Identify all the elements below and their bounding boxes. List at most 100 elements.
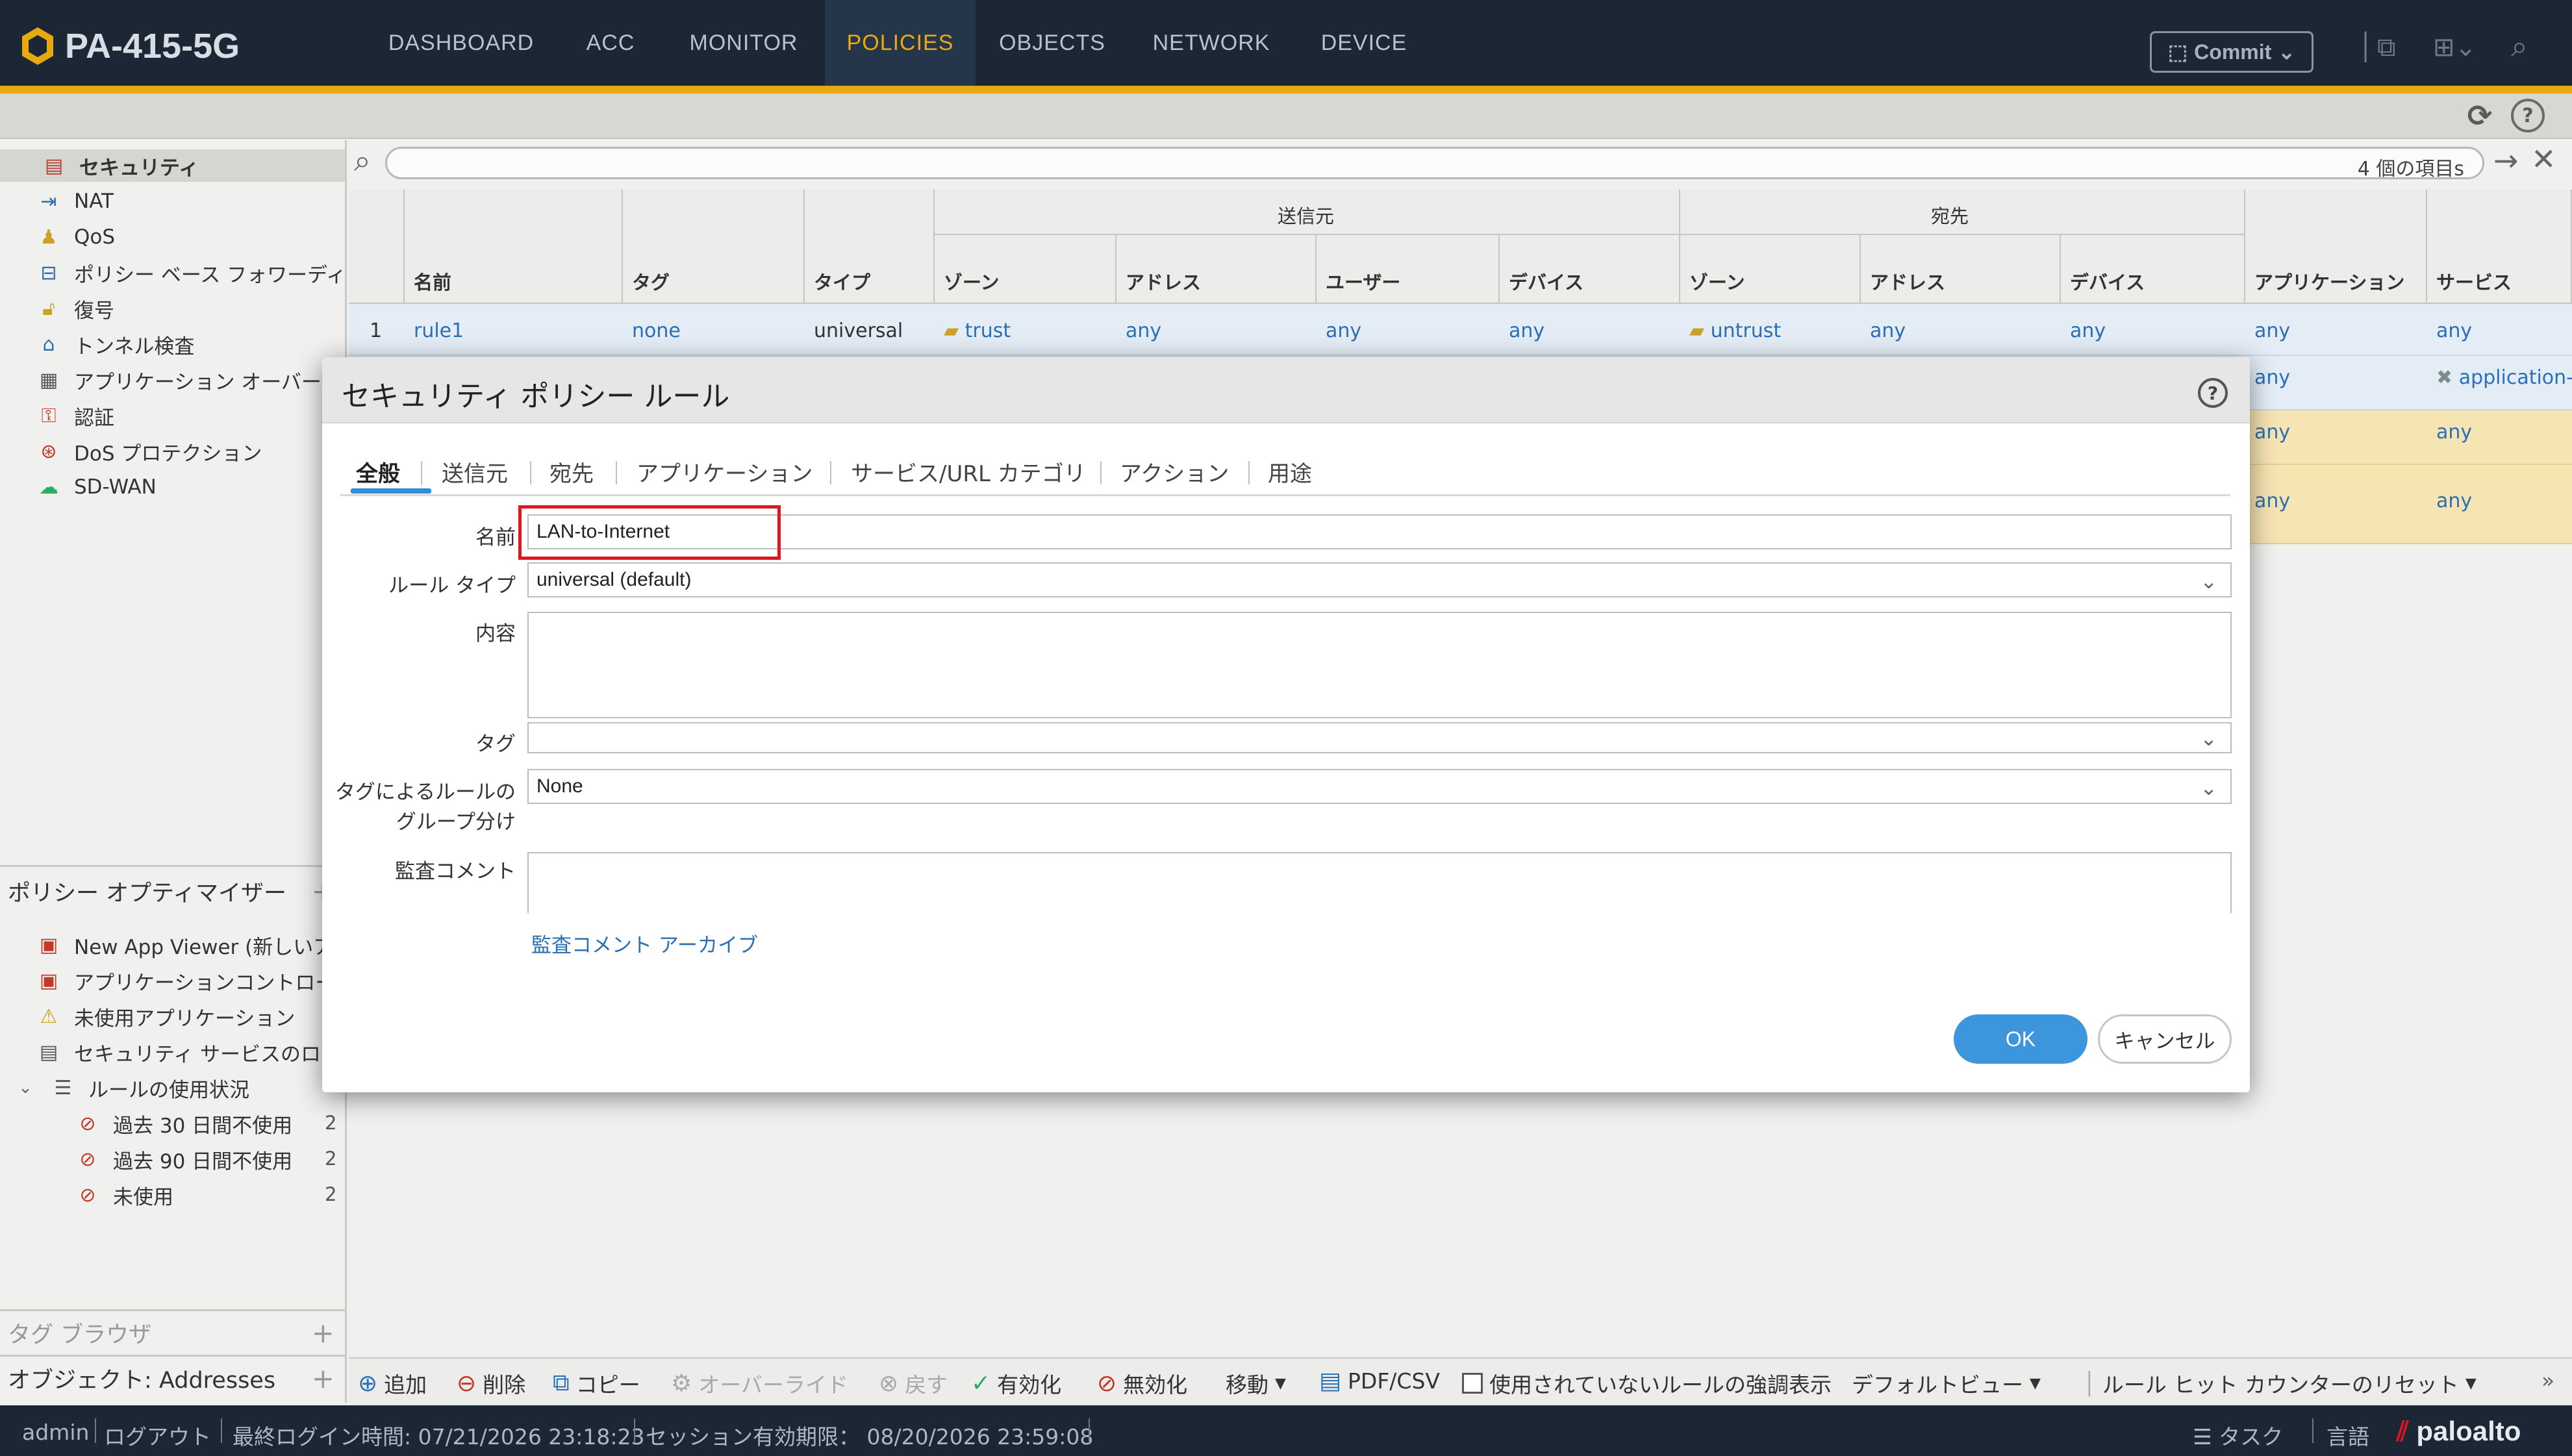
default-view-button[interactable]: デフォルトビュー ▼ (1852, 1368, 2041, 1399)
header-dst-device[interactable]: デバイス (2070, 268, 2145, 295)
sidebar-item-tunnel[interactable]: ⌂ トンネル検査 (36, 328, 344, 360)
optimizer-item-unused-app[interactable]: ⚠ 未使用アプリケーション (36, 1000, 344, 1033)
tab-application[interactable]: アプリケーション (637, 456, 813, 488)
tab-usage[interactable]: 用途 (1268, 456, 1312, 488)
header-src-user[interactable]: ユーザー (1326, 268, 1400, 295)
usage-item-30-days[interactable]: ⊘ 過去 30 日間不使用 (75, 1107, 322, 1140)
cancel-button[interactable]: キャンセル (2098, 1014, 2232, 1064)
header-type[interactable]: タイプ (814, 268, 870, 295)
table-row[interactable] (349, 304, 2572, 356)
service[interactable]: any (2436, 320, 2472, 342)
audit-comment-archive-link[interactable]: 監査コメント アーカイブ (531, 929, 758, 958)
application[interactable]: any (2254, 366, 2290, 389)
src-address[interactable]: any (1126, 320, 1161, 342)
more-icon[interactable]: » (2541, 1368, 2554, 1393)
rule-type-select[interactable]: universal (default) ⌄ (527, 562, 2232, 597)
audit-comment-textarea[interactable] (527, 852, 2232, 913)
help-icon[interactable]: ? (2511, 99, 2545, 132)
highlight-unused-checkbox[interactable]: 使用されていないルールの強調表示 (1462, 1368, 1832, 1399)
name-field[interactable]: LAN-to-Internet (527, 514, 2232, 549)
commit-button[interactable]: ⬚ Commit ⌄ (2150, 31, 2314, 73)
tab-destination[interactable]: 宛先 (549, 456, 594, 488)
service[interactable]: ✖ application- (2436, 366, 2572, 389)
nav-tab-device[interactable]: DEVICE (1305, 0, 1422, 86)
search-icon[interactable]: ⌕ (2511, 29, 2528, 65)
sidebar-item-app-override[interactable]: ▦ アプリケーション オーバーライド (36, 364, 344, 396)
src-user[interactable]: any (1326, 320, 1361, 342)
header-service[interactable]: サービス (2436, 268, 2512, 295)
apply-filter-icon[interactable]: → (2493, 143, 2519, 178)
rule-tag[interactable]: none (632, 320, 681, 342)
usage-item-90-days[interactable]: ⊘ 過去 90 日間不使用 (75, 1143, 322, 1175)
description-textarea[interactable] (527, 612, 2232, 718)
header-application[interactable]: アプリケーション (2254, 268, 2404, 295)
sidebar-item-authentication[interactable]: ⚿ 認証 (36, 399, 344, 432)
reset-hit-counter-button[interactable]: │ ルール ヒット カウンターのリセット ▼ (2083, 1368, 2477, 1399)
application[interactable]: any (2254, 421, 2290, 444)
application[interactable]: any (2254, 490, 2290, 512)
sidebar-item-sdwan[interactable]: ☁ SD-WAN (36, 471, 344, 503)
src-zone[interactable]: ▰ trust (944, 320, 1011, 342)
pdf-csv-button[interactable]: ▤ PDF/CSV (1319, 1368, 1440, 1394)
add-button[interactable]: ⊕ 追加 (358, 1368, 427, 1399)
nav-tab-policies[interactable]: POLICIES (825, 0, 976, 86)
tag-browser-header[interactable]: タグ ブラウザ + (0, 1312, 345, 1353)
sidebar-item-qos[interactable]: ♟ QoS (36, 221, 344, 253)
tasks-button[interactable]: ☰ タスク (2193, 1420, 2283, 1451)
move-button[interactable]: 移動 ▼ (1226, 1368, 1286, 1399)
optimizer-item-new-app-viewer[interactable]: ▣ New App Viewer (新しいアプリ) (36, 929, 344, 961)
objects-browser-header[interactable]: オブジェクト: Addresses + (0, 1357, 345, 1399)
dst-device[interactable]: any (2070, 320, 2106, 342)
nav-tab-monitor[interactable]: MONITOR (675, 0, 812, 86)
optimizer-item-security-service[interactable]: ▤ セキュリティ サービスのロ (36, 1036, 344, 1068)
help-icon[interactable]: ? (2198, 378, 2228, 408)
copy-button[interactable]: ⧉ コピー (553, 1368, 640, 1399)
language-button[interactable]: 言語 (2326, 1420, 2369, 1451)
sidebar-item-pbf[interactable]: ⊟ ポリシー ベース フォワーディング (36, 257, 344, 289)
tab-source[interactable]: 送信元 (442, 456, 508, 488)
header-name[interactable]: 名前 (414, 268, 451, 295)
revert-button[interactable]: ⊗ 戻す (879, 1368, 948, 1399)
expand-icon[interactable]: + (312, 1317, 334, 1349)
header-dst-zone[interactable]: ゾーン (1689, 268, 1745, 295)
nav-tab-acc[interactable]: ACC (565, 0, 656, 86)
enable-button[interactable]: ✓ 有効化 (971, 1368, 1061, 1399)
group-by-tag-select[interactable]: None ⌄ (527, 769, 2232, 804)
optimizer-item-app-control[interactable]: ▣ アプリケーションコントロール (36, 964, 344, 997)
nav-tab-dashboard[interactable]: DASHBOARD (377, 0, 546, 86)
src-device[interactable]: any (1509, 320, 1544, 342)
header-src-device[interactable]: デバイス (1509, 268, 1583, 295)
search-input[interactable]: 4 個の項目s (385, 147, 2484, 181)
tab-action[interactable]: アクション (1120, 456, 1229, 488)
config-lock-icon[interactable]: ⧉ (2377, 32, 2396, 62)
rule-name[interactable]: rule1 (414, 320, 464, 342)
rule-usage-group[interactable]: ⌄ ☰ ルールの使用状況 (13, 1072, 321, 1104)
sidebar-item-decryption[interactable]: 🔓︎ 復号 (36, 292, 344, 325)
dst-zone[interactable]: ▰ untrust (1689, 320, 1781, 342)
header-src-address[interactable]: アドレス (1126, 268, 1201, 295)
service[interactable]: any (2436, 490, 2472, 512)
header-tag[interactable]: タグ (632, 268, 670, 295)
sidebar-item-nat[interactable]: ⇥ NAT (36, 185, 344, 218)
nav-tab-objects[interactable]: OBJECTS (987, 0, 1117, 86)
header-dst-address[interactable]: アドレス (1870, 268, 1945, 295)
tab-service-url[interactable]: サービス/URL カテゴリ (851, 456, 1086, 488)
refresh-icon[interactable]: ⟳ (2463, 98, 2497, 133)
delete-button[interactable]: ⊖ 削除 (457, 1368, 525, 1399)
override-button[interactable]: ⚙ オーバーライド (671, 1368, 848, 1399)
header-src-zone[interactable]: ゾーン (944, 268, 1000, 295)
logout-link[interactable]: ログアウト (104, 1420, 211, 1451)
tag-select[interactable]: ⌄ (527, 722, 2232, 753)
sidebar-item-dos[interactable]: ⊛ DoS プロテクション (36, 435, 344, 468)
disable-button[interactable]: ⊘ 無効化 (1097, 1368, 1187, 1399)
tab-general[interactable]: 全般 (356, 456, 400, 488)
nav-tab-network[interactable]: NETWORK (1137, 0, 1286, 86)
ok-button[interactable]: OK (1954, 1014, 2087, 1064)
save-config-icon[interactable]: ⊞⌄ (2433, 32, 2477, 62)
application[interactable]: any (2254, 320, 2290, 342)
usage-item-unused[interactable]: ⊘ 未使用 (75, 1179, 322, 1211)
expand-icon[interactable]: + (312, 1362, 334, 1394)
sidebar-item-security[interactable]: ▤ セキュリティ (0, 149, 345, 182)
policy-optimizer-header[interactable]: ポリシー オプティマイザー + (0, 870, 345, 912)
dst-address[interactable]: any (1870, 320, 1906, 342)
